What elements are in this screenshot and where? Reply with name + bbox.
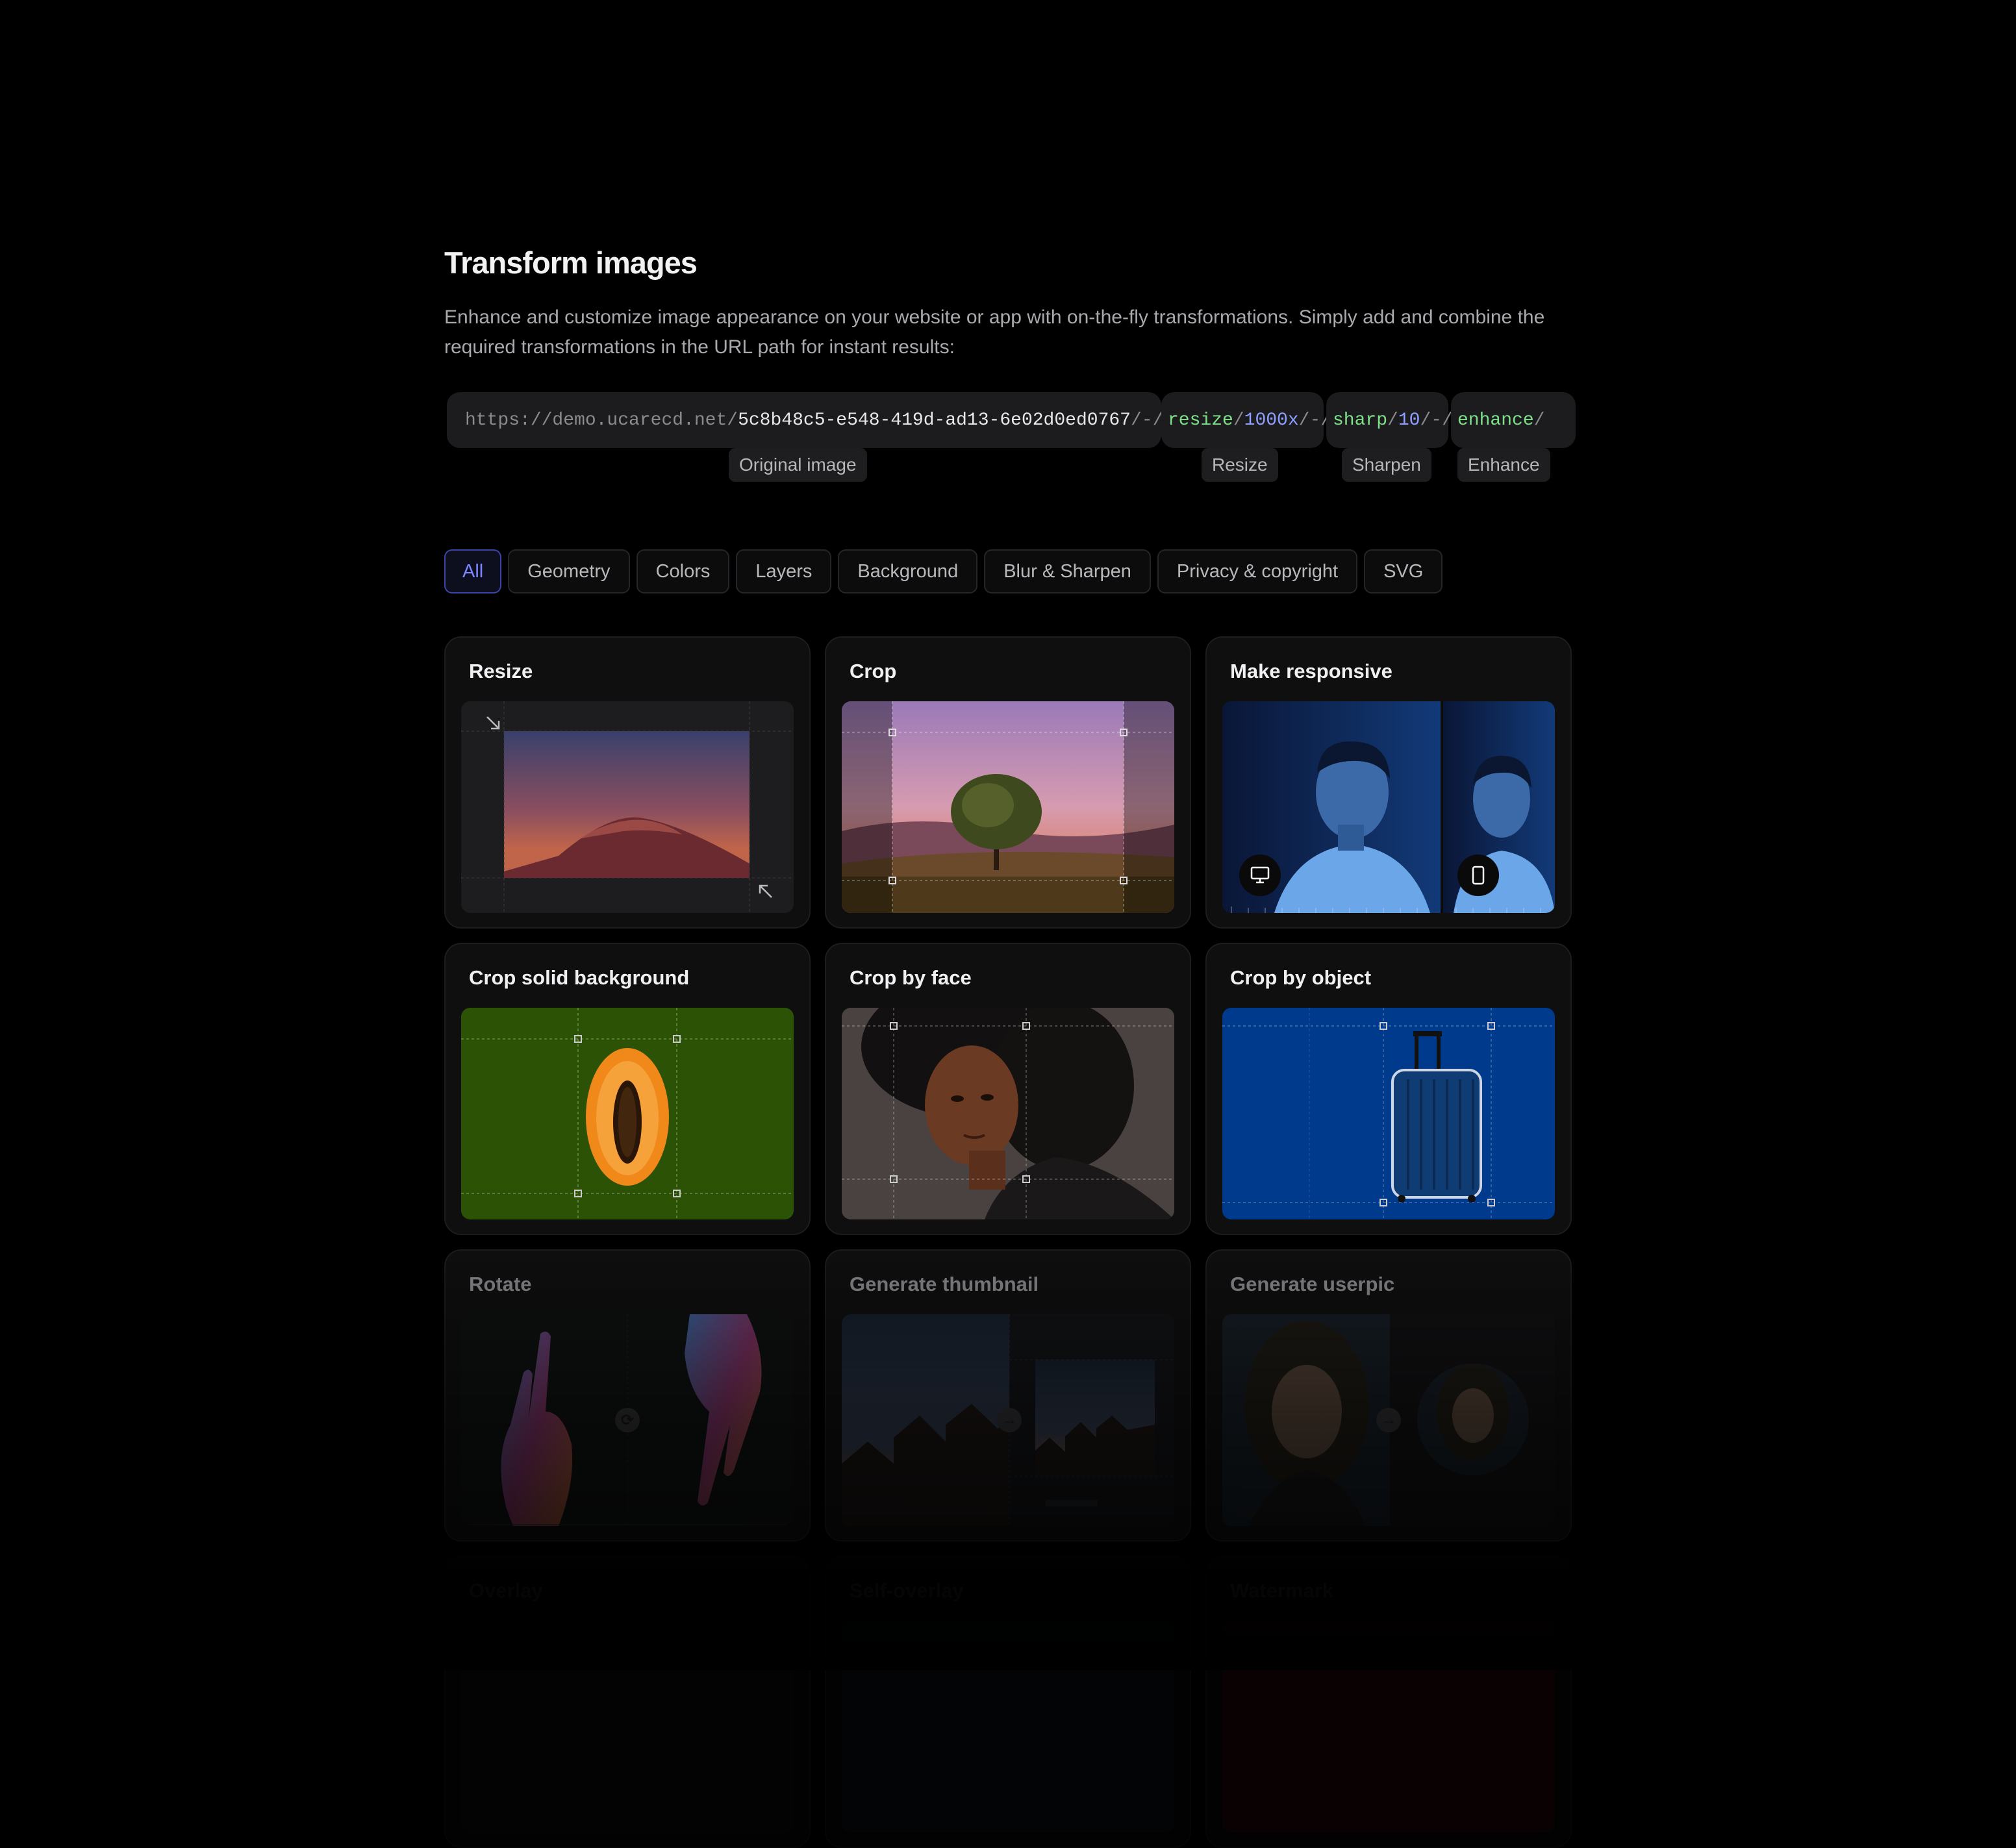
card-generate-thumbnail[interactable]: Generate thumbnail → — [825, 1249, 1191, 1542]
card-title: Crop — [850, 660, 897, 682]
url-separator: /-/ — [1420, 410, 1453, 431]
filter-geometry[interactable]: Geometry — [508, 549, 630, 593]
card-title: Self-overlay — [850, 1579, 964, 1602]
card-rotate[interactable]: Rotate ⟳ — [444, 1249, 811, 1542]
filter-background[interactable]: Background — [838, 549, 978, 593]
url-op-resize: resize — [1168, 410, 1233, 431]
url-separator: / — [1387, 410, 1398, 431]
url-segment-enhance[interactable]: enhance / — [1451, 392, 1576, 448]
papaya-illustration — [461, 1008, 794, 1219]
filter-svg[interactable]: SVG — [1364, 549, 1443, 593]
url-segment-original[interactable]: https://demo.ucarecd.net/5c8b48c5-e548-4… — [447, 392, 1164, 448]
section-description: Enhance and customize image appearance o… — [444, 306, 1545, 358]
url-value-resize: 1000x — [1244, 410, 1299, 431]
crop-preview — [842, 701, 1174, 913]
url-base: https://demo.ucarecd.net/ — [465, 410, 738, 431]
url-value-sharp: 10 — [1398, 410, 1420, 431]
crop-object-preview — [1222, 1008, 1555, 1219]
card-title: Crop solid background — [469, 966, 690, 989]
card-title: Resize — [469, 660, 533, 682]
card-generate-userpic[interactable]: Generate userpic → — [1205, 1249, 1572, 1542]
card-title: Make responsive — [1230, 660, 1392, 682]
transform-section: Transform images Enhance and customize i… — [444, 242, 1576, 1848]
resize-preview — [461, 701, 794, 913]
card-crop[interactable]: Crop — [825, 636, 1191, 929]
userpic-preview: → — [1222, 1314, 1555, 1526]
card-crop-solid-background[interactable]: Crop solid background — [444, 943, 811, 1235]
crop-illustration — [842, 701, 1174, 913]
watermark-preview — [1222, 1621, 1555, 1832]
filter-all[interactable]: All — [444, 549, 502, 593]
tag-enhance: Enhance — [1457, 448, 1550, 482]
card-title: Crop by face — [850, 966, 972, 989]
filter-privacy-copyright[interactable]: Privacy & copyright — [1157, 549, 1358, 593]
card-crop-by-object[interactable]: Crop by object — [1205, 943, 1572, 1235]
tag-resize: Resize — [1202, 448, 1278, 482]
resize-illustration — [461, 701, 794, 913]
url-separator: /-/ — [1130, 410, 1164, 431]
card-crop-by-face[interactable]: Crop by face — [825, 943, 1191, 1235]
url-segment-sharpen[interactable]: sharp/10/-/ — [1326, 392, 1453, 448]
url-segment-resize[interactable]: resize/1000x/-/ — [1161, 392, 1331, 448]
tag-sharpen: Sharpen — [1342, 448, 1431, 482]
thumbnail-preview: → — [842, 1314, 1174, 1526]
card-resize[interactable]: Resize — [444, 636, 811, 929]
arrow-right-icon: → — [1376, 1408, 1401, 1432]
filter-colors[interactable]: Colors — [636, 549, 730, 593]
filter-tabs: All Geometry Colors Layers Background Bl… — [444, 549, 1449, 593]
url-uuid: 5c8b48c5-e548-419d-ad13-6e02d0ed0767 — [738, 410, 1131, 431]
url-example: https://demo.ucarecd.net/5c8b48c5-e548-4… — [447, 392, 1578, 448]
crop-face-preview — [842, 1008, 1174, 1219]
card-title: Crop by object — [1230, 966, 1372, 989]
card-title: Generate thumbnail — [850, 1273, 1039, 1295]
crop-solid-preview — [461, 1008, 794, 1219]
card-watermark[interactable]: Watermark — [1205, 1556, 1572, 1848]
card-title: Generate userpic — [1230, 1273, 1395, 1295]
suitcase-illustration — [1222, 1008, 1555, 1219]
url-op-enhance: enhance — [1457, 410, 1534, 431]
url-separator: / — [1233, 410, 1244, 431]
url-op-sharp: sharp — [1333, 410, 1388, 431]
url-separator: / — [1533, 410, 1545, 431]
face-illustration — [842, 1008, 1174, 1219]
desktop-icon[interactable] — [1239, 855, 1281, 896]
responsive-preview — [1222, 701, 1555, 913]
section-title: Transform images — [444, 245, 698, 280]
arrow-right-icon: → — [997, 1408, 1022, 1432]
filter-layers[interactable]: Layers — [736, 549, 832, 593]
rotate-icon: ⟳ — [615, 1408, 640, 1432]
card-make-responsive[interactable]: Make responsive — [1205, 636, 1572, 929]
self-overlay-preview — [842, 1621, 1174, 1832]
card-title: Overlay — [469, 1579, 543, 1602]
tag-original-image: Original image — [729, 448, 867, 482]
overlay-preview — [461, 1621, 794, 1832]
rotate-preview: ⟳ — [461, 1314, 794, 1526]
card-title: Watermark — [1230, 1579, 1334, 1602]
card-self-overlay[interactable]: Self-overlay — [825, 1556, 1191, 1848]
filter-blur-sharpen[interactable]: Blur & Sharpen — [984, 549, 1151, 593]
card-title: Rotate — [469, 1273, 532, 1295]
card-overlay[interactable]: Overlay — [444, 1556, 811, 1848]
mobile-icon[interactable] — [1457, 855, 1499, 896]
